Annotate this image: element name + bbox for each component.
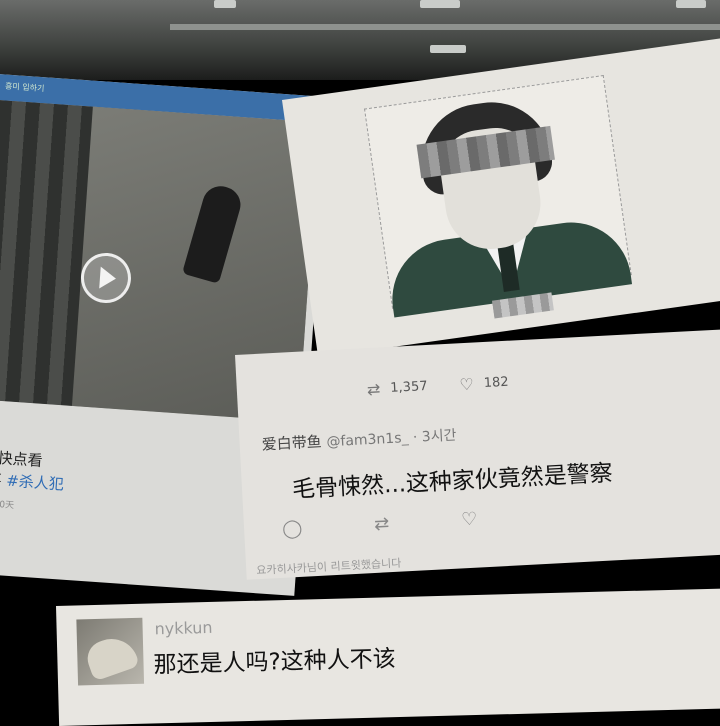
comment-text: 那还是人吗?这种人不该 <box>153 646 397 679</box>
tweet-stats: ⇄ 1,357 ♡ 182 <box>366 373 509 400</box>
author-name[interactable]: 爱白带鱼 <box>261 433 322 454</box>
retweet-count: 1,357 <box>389 378 428 396</box>
heart-icon[interactable]: ♡ <box>459 375 474 395</box>
ceiling-pipe <box>170 24 720 30</box>
post-caption: 前..快点看 閘事 #杀人犯 <box>0 445 66 495</box>
tweet-author-row: 爱白带鱼 @fam3n1s_ · 3시간 <box>261 424 457 455</box>
tweet-text: 毛骨悚然...这种家伙竟然是警察 <box>291 460 614 504</box>
comment-card: nykkun 那还是人吗?这种人不该 <box>56 587 720 726</box>
id-photo <box>364 74 633 318</box>
tweet-card: ⇄ 1,357 ♡ 182 爱白带鱼 @fam3n1s_ · 3시간 毛骨悚然.… <box>235 328 720 580</box>
retweet-notice: 요카히사카님이 리트윗했습니다 <box>255 556 402 578</box>
ceiling-light <box>430 45 466 53</box>
like-count: 182 <box>483 374 509 392</box>
ceiling-light <box>676 0 706 8</box>
avatar-hand-image <box>82 631 140 682</box>
retweet-icon[interactable]: ⇄ <box>366 379 380 399</box>
hashtag-link[interactable]: #杀人犯 <box>6 472 65 494</box>
heart-icon[interactable]: ♡ <box>461 509 478 531</box>
id-photo-card <box>282 35 720 358</box>
post-timestamp: 分事140天 <box>0 498 15 512</box>
avatar[interactable] <box>76 617 145 686</box>
header-badge: 흥미 입하기 <box>4 81 45 94</box>
ceiling-light <box>420 0 460 8</box>
author-handle: @fam3n1s_ · 3시간 <box>326 427 457 451</box>
comment-username[interactable]: nykkun <box>154 618 212 639</box>
reply-icon[interactable]: ◯ <box>282 518 303 540</box>
retweet-icon[interactable]: ⇄ <box>374 513 390 535</box>
ceiling-light <box>214 0 236 8</box>
tweet-actions: ◯ ⇄ ♡ <box>282 509 478 540</box>
